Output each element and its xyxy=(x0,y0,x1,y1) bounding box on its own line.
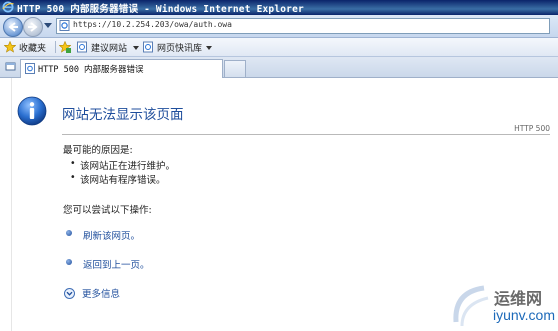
web-slice-page-icon xyxy=(143,41,153,53)
favorites-button[interactable]: 收藏夹 xyxy=(4,40,54,54)
watermark-en: iyunv.com xyxy=(493,307,555,323)
more-info-link[interactable]: 更多信息 xyxy=(82,286,120,300)
error-code: HTTP 500 xyxy=(514,124,550,133)
reason-item: 该网站正在进行维护。 xyxy=(70,158,175,172)
expand-more-icon[interactable] xyxy=(64,288,75,299)
quick-tabs-icon[interactable] xyxy=(5,61,16,72)
address-bar[interactable]: https://10.2.254.203/owa/auth.owa xyxy=(56,18,550,34)
tab-active[interactable]: HTTP 500 内部服务器错误 xyxy=(20,59,223,78)
reasons-title: 最可能的原因是: xyxy=(63,145,133,156)
page-icon xyxy=(25,63,35,74)
bullet-icon xyxy=(66,259,72,265)
bullet-icon xyxy=(66,230,72,236)
suggested-sites-button[interactable]: 建议网站 xyxy=(76,40,139,54)
tab-bar: HTTP 500 内部服务器错误 xyxy=(0,57,558,78)
tab-label: HTTP 500 内部服务器错误 xyxy=(38,65,144,75)
internet-explorer-icon xyxy=(2,1,14,13)
page-icon xyxy=(59,20,70,31)
add-to-favorites-button[interactable] xyxy=(59,40,71,54)
favorites-label: 收藏夹 xyxy=(19,44,47,54)
web-slice-gallery-button[interactable]: 网页快讯库 xyxy=(142,40,212,54)
favorites-bar: 收藏夹 建议网站 网页快讯库 xyxy=(0,38,558,57)
back-arrow-icon xyxy=(8,22,18,32)
go-back-link[interactable]: 返回到上一页。 xyxy=(83,257,150,271)
recent-pages-dropdown[interactable] xyxy=(44,23,52,28)
try-title: 您可以尝试以下操作: xyxy=(63,205,152,216)
favorites-star-icon xyxy=(4,41,16,53)
suggested-sites-page-icon xyxy=(77,41,87,53)
window-title: HTTP 500 内部服务器错误 - Windows Internet Expl… xyxy=(17,4,304,15)
forward-button[interactable] xyxy=(23,17,43,37)
page-left-border xyxy=(11,78,12,331)
forward-arrow-icon xyxy=(28,22,38,32)
new-tab-button[interactable] xyxy=(224,60,246,77)
page-title: 网站无法显示该页面 xyxy=(62,107,184,123)
divider xyxy=(62,134,550,135)
chevron-down-icon xyxy=(206,46,212,50)
address-toolbar: https://10.2.254.203/owa/auth.owa xyxy=(0,15,558,38)
back-button[interactable] xyxy=(3,17,23,37)
add-favorite-star-icon xyxy=(59,41,71,53)
error-page: 网站无法显示该页面 HTTP 500 最可能的原因是: 该网站正在进行维护。 该… xyxy=(0,78,558,331)
info-icon xyxy=(17,96,47,126)
address-url[interactable]: https://10.2.254.203/owa/auth.owa xyxy=(73,20,232,29)
watermark-cn: 运维网 xyxy=(494,289,543,308)
suggested-sites-label: 建议网站 xyxy=(91,44,128,54)
web-slice-gallery-label: 网页快讯库 xyxy=(157,44,203,54)
chevron-down-icon xyxy=(133,46,139,50)
refresh-link[interactable]: 刷新该网页。 xyxy=(83,228,140,242)
reason-item: 该网站有程序错误。 xyxy=(70,172,165,186)
window-title-bar[interactable]: HTTP 500 内部服务器错误 - Windows Internet Expl… xyxy=(0,0,558,15)
watermark-logo-icon xyxy=(453,285,489,327)
favorites-separator xyxy=(55,41,56,53)
